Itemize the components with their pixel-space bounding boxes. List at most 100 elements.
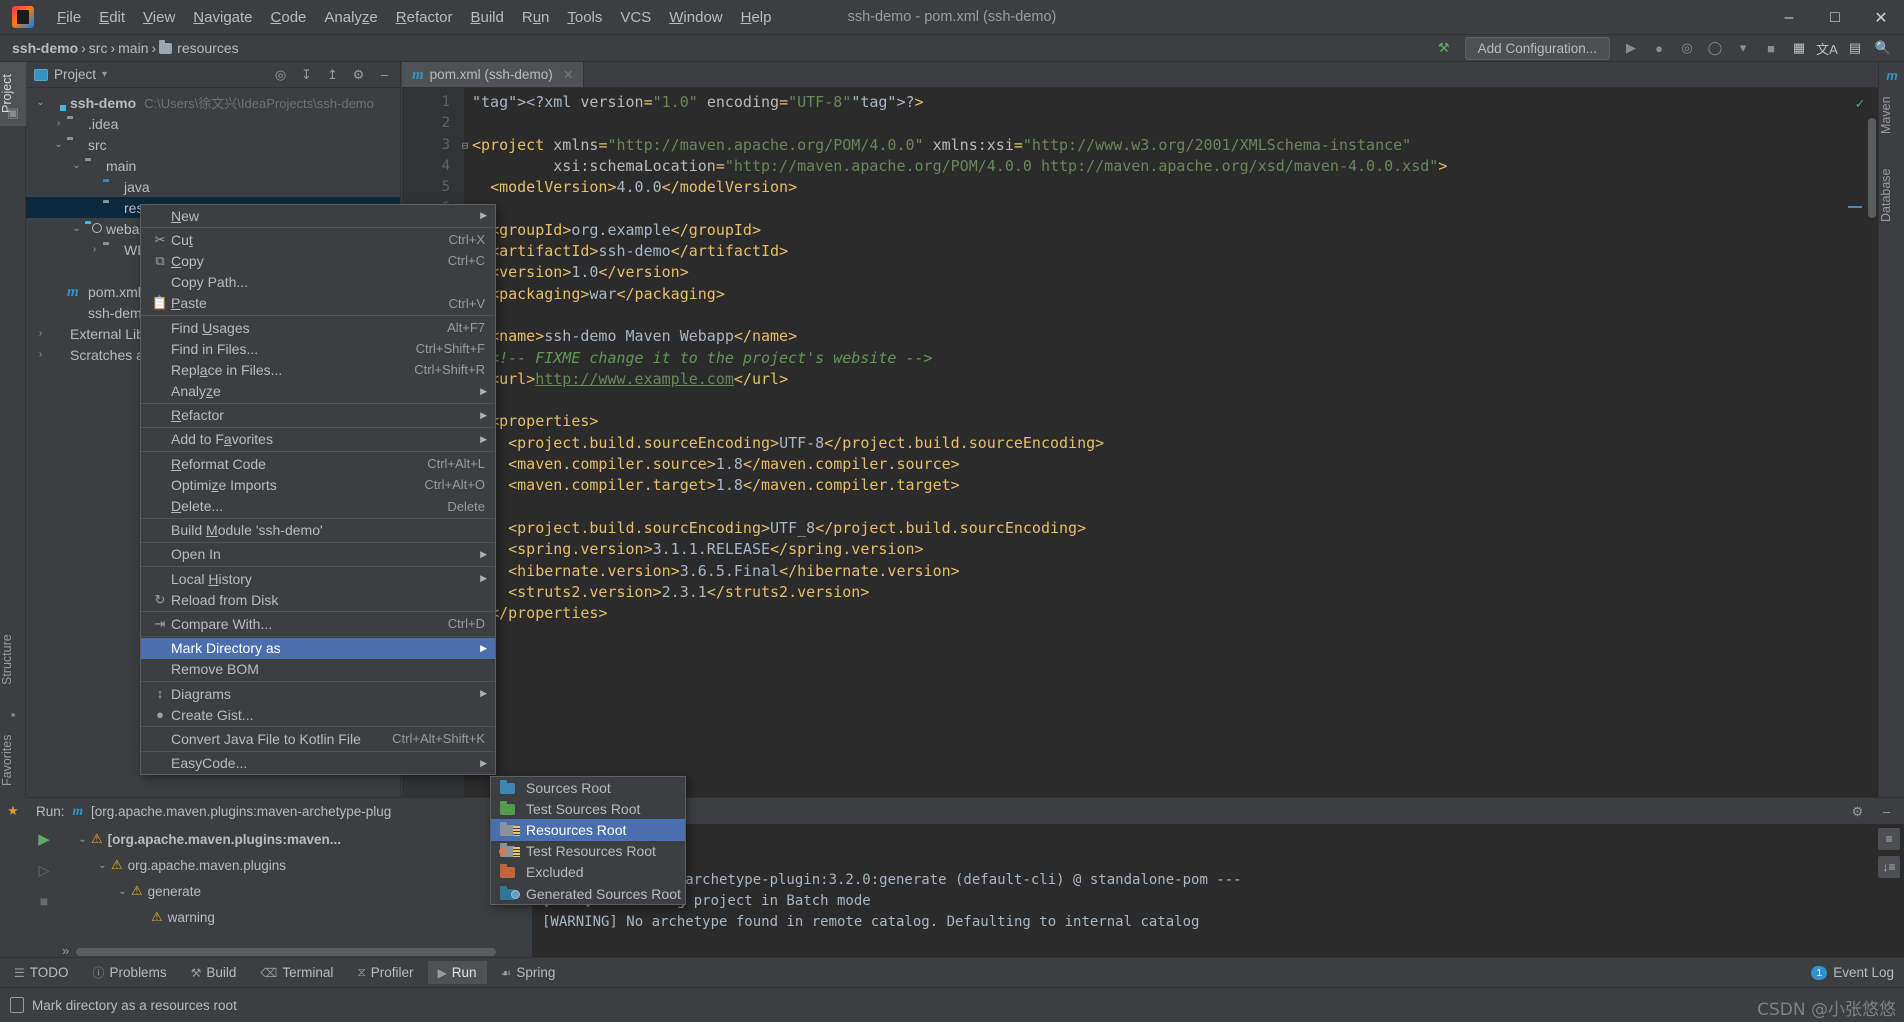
gear-icon[interactable]: ⚙ bbox=[349, 65, 368, 84]
run-tree-node[interactable]: ⌄ ⚠ generate bbox=[62, 878, 532, 904]
scroll-to-end-icon[interactable]: ↓≡ bbox=[1878, 856, 1900, 878]
menu-item-reformat-code[interactable]: Reformat Code Ctrl+Alt+L bbox=[141, 453, 495, 474]
code-line[interactable]: xsi:schemaLocation="http://maven.apache.… bbox=[472, 156, 1878, 177]
code-line[interactable]: <!-- FIXME change it to the project's we… bbox=[472, 348, 1878, 369]
menu-code[interactable]: Code bbox=[262, 6, 316, 29]
menu-item-easycode[interactable]: EasyCode... ▶ bbox=[141, 753, 495, 774]
breadcrumb-item-src[interactable]: src bbox=[86, 40, 111, 56]
chevron-down-icon[interactable]: ⌄ bbox=[34, 96, 47, 109]
layout-icon[interactable]: ▤ bbox=[1842, 37, 1868, 59]
run-tree-horizontal-scrollbar[interactable] bbox=[76, 948, 496, 956]
menu-build[interactable]: Build bbox=[461, 6, 512, 29]
gear-icon[interactable]: ⚙ bbox=[1848, 802, 1867, 821]
minimize-button[interactable]: – bbox=[1766, 0, 1812, 35]
tool-tab-maven[interactable]: Maven bbox=[1879, 84, 1904, 146]
bottom-tab-problems[interactable]: ⓘ Problems bbox=[83, 960, 177, 985]
profile-icon[interactable]: ◯ bbox=[1702, 37, 1728, 59]
code-line[interactable] bbox=[472, 497, 1878, 518]
menu-item-diagrams[interactable]: ↕ Diagrams ▶ bbox=[141, 683, 495, 704]
translate-icon[interactable]: 文A bbox=[1814, 37, 1840, 59]
menu-vcs[interactable]: VCS bbox=[611, 6, 660, 29]
tool-tab-favorites[interactable]: Favorites bbox=[0, 722, 26, 798]
target-icon[interactable]: ◎ bbox=[271, 65, 290, 84]
run-icon[interactable]: ▶ bbox=[1618, 37, 1644, 59]
submenu-item-sources-root[interactable]: Sources Root bbox=[491, 777, 685, 798]
code-line[interactable]: <groupId>org.example</groupId> bbox=[472, 220, 1878, 241]
chevron-down-icon[interactable]: ⌄ bbox=[116, 885, 129, 898]
search-icon[interactable]: 🔍 bbox=[1870, 37, 1896, 59]
menu-item-find-in-files[interactable]: Find in Files... Ctrl+Shift+F bbox=[141, 338, 495, 359]
menu-item-new[interactable]: New ▶ bbox=[141, 205, 495, 226]
menu-item-remove-bom[interactable]: Remove BOM bbox=[141, 659, 495, 680]
bottom-tab-spring[interactable]: ☙ Spring bbox=[491, 961, 566, 984]
code-line[interactable]: <properties> bbox=[472, 411, 1878, 432]
run-tree-node[interactable]: ⌄ ⚠ [org.apache.maven.plugins:maven... bbox=[62, 826, 532, 852]
chevron-right-icon[interactable]: › bbox=[34, 348, 47, 361]
close-icon[interactable]: ✕ bbox=[563, 67, 574, 83]
breadcrumb[interactable]: ssh-demo › src › main › resources bbox=[0, 39, 242, 56]
chevron-right-icon[interactable]: › bbox=[34, 327, 47, 340]
menu-item-compare-with[interactable]: ⇥ Compare With... Ctrl+D bbox=[141, 613, 495, 634]
menu-item-replace-in-files[interactable]: Replace in Files... Ctrl+Shift+R bbox=[141, 359, 495, 380]
code-line[interactable]: "tag"><?xml version="1.0" encoding="UTF-… bbox=[472, 92, 1878, 113]
breadcrumb-item-ssh-demo[interactable]: ssh-demo bbox=[0, 40, 81, 56]
menu-item-add-to-favorites[interactable]: Add to Favorites ▶ bbox=[141, 429, 495, 450]
event-log-label[interactable]: Event Log bbox=[1833, 965, 1894, 980]
submenu-item-excluded[interactable]: Excluded bbox=[491, 862, 685, 883]
editor-tab-pom-xml[interactable]: m pom.xml (ssh-demo) ✕ bbox=[402, 62, 584, 87]
menu-item-analyze[interactable]: Analyze ▶ bbox=[141, 381, 495, 402]
menu-item-open-in[interactable]: Open In ▶ bbox=[141, 544, 495, 565]
code-line[interactable]: <modelVersion>4.0.0</modelVersion> bbox=[472, 177, 1878, 198]
breadcrumb-item-resources[interactable]: resources bbox=[156, 39, 241, 56]
menu-refactor[interactable]: Refactor bbox=[387, 6, 462, 29]
menu-item-delete[interactable]: Delete... Delete bbox=[141, 495, 495, 516]
chevron-down-icon[interactable]: ⌄ bbox=[96, 859, 109, 872]
tree-node-main[interactable]: ⌄ main bbox=[26, 155, 400, 176]
submenu-item-test-resources-root[interactable]: Test Resources Root bbox=[491, 841, 685, 862]
expand-all-icon[interactable]: ↥ bbox=[323, 65, 342, 84]
bottom-tab-todo[interactable]: ☰ TODO bbox=[4, 961, 79, 984]
code-line[interactable]: </properties> bbox=[472, 603, 1878, 624]
chevron-down-icon[interactable]: ▾ bbox=[102, 69, 107, 80]
chevron-down-icon[interactable]: ⌄ bbox=[70, 222, 83, 235]
menu-item-optimize-imports[interactable]: Optimize Imports Ctrl+Alt+O bbox=[141, 474, 495, 495]
code-line[interactable]: <name>ssh-demo Maven Webapp</name> bbox=[472, 326, 1878, 347]
menu-help[interactable]: Help bbox=[732, 6, 781, 29]
menu-bar[interactable]: File Edit View Navigate Code Analyze Refactor B… bbox=[48, 0, 781, 35]
chevron-right-icon[interactable]: › bbox=[88, 243, 101, 256]
menu-item-build-module-ssh-demo[interactable]: Build Module 'ssh-demo' bbox=[141, 520, 495, 541]
code-line[interactable]: <struts2.version>2.3.1</struts2.version> bbox=[472, 582, 1878, 603]
code-line[interactable]: <packaging>war</packaging> bbox=[472, 284, 1878, 305]
chevron-right-icon[interactable]: › bbox=[52, 117, 65, 130]
tool-tab-database[interactable]: Database bbox=[1879, 154, 1904, 236]
menu-tools[interactable]: Tools bbox=[558, 6, 611, 29]
tool-tab-structure[interactable]: Structure bbox=[0, 622, 26, 698]
run-tree-node[interactable]: ⌄ ⚠ org.apache.maven.plugins bbox=[62, 852, 532, 878]
mark-directory-as-submenu[interactable]: Sources Root Test Sources Root Resources R… bbox=[490, 776, 686, 906]
chevron-down-icon[interactable]: ⌄ bbox=[70, 159, 83, 172]
stop-icon[interactable]: ■ bbox=[1758, 37, 1784, 59]
hide-icon[interactable]: – bbox=[375, 65, 394, 84]
tree-node-java[interactable]: java bbox=[26, 176, 400, 197]
collapse-all-icon[interactable]: ↧ bbox=[297, 65, 316, 84]
add-configuration-button[interactable]: Add Configuration... bbox=[1464, 36, 1610, 60]
menu-view[interactable]: View bbox=[134, 6, 184, 29]
code-line[interactable] bbox=[472, 390, 1878, 411]
expand-tree-icon[interactable]: » bbox=[62, 943, 69, 958]
stop-icon[interactable]: ■ bbox=[40, 893, 48, 909]
tree-node-ssh-demo[interactable]: ⌄ ssh-demo C:\Users\徐文兴\IdeaProjects\ssh-d… bbox=[26, 92, 400, 113]
bottom-tab-terminal[interactable]: ⌫ Terminal bbox=[250, 961, 343, 984]
code-line[interactable]: <project.build.sourceEncoding>UTF-8</pro… bbox=[472, 433, 1878, 454]
code-line[interactable]: <project xmlns="http://maven.apache.org/… bbox=[472, 135, 1878, 156]
menu-item-copy[interactable]: ⧉ Copy Ctrl+C bbox=[141, 250, 495, 271]
chevron-down-icon[interactable]: ⌄ bbox=[52, 138, 65, 151]
menu-item-local-history[interactable]: Local History ▶ bbox=[141, 568, 495, 589]
code-line[interactable]: <spring.version>3.1.1.RELEASE</spring.ve… bbox=[472, 539, 1878, 560]
debug-icon[interactable]: ● bbox=[1646, 37, 1672, 59]
bottom-tabs[interactable]: ☰ TODO ⓘ Problems ⚒ Build ⌫ Terminal ⧖ Profiler ▶ R… bbox=[0, 960, 565, 985]
breadcrumb-item-main[interactable]: main bbox=[115, 40, 151, 56]
chevron-down-icon[interactable]: ⌄ bbox=[76, 833, 89, 846]
inspection-status-icon[interactable]: ✓ bbox=[1856, 94, 1864, 115]
tree-node--idea[interactable]: › .idea bbox=[26, 113, 400, 134]
hide-icon[interactable]: – bbox=[1877, 802, 1896, 821]
